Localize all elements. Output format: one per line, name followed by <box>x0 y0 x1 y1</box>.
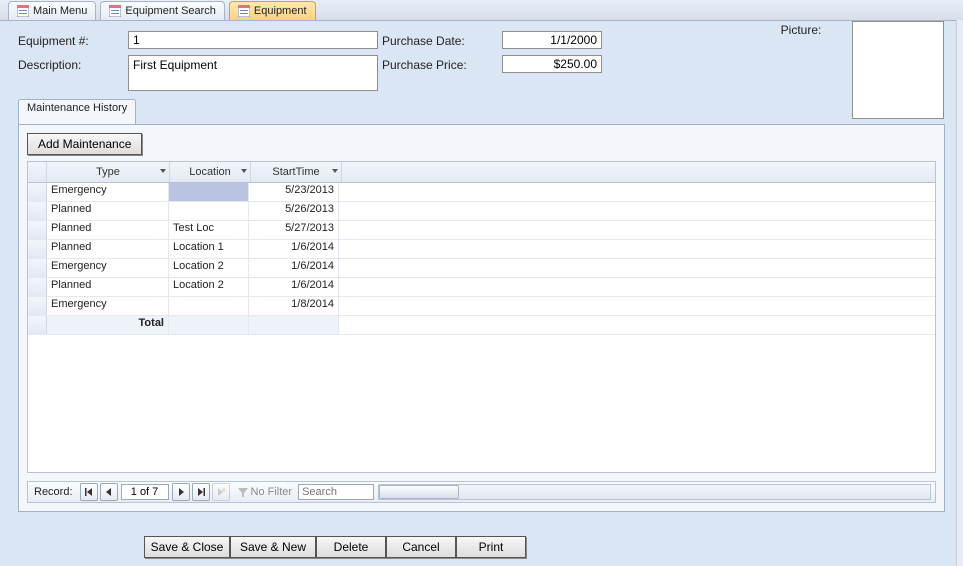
equipment-form: Equipment #: Purchase Date: Description:… <box>0 21 963 91</box>
print-button[interactable]: Print <box>456 536 526 558</box>
horizontal-scrollbar[interactable] <box>378 484 931 500</box>
form-icon <box>238 5 250 17</box>
equipment-number-field[interactable] <box>128 31 378 49</box>
cell-type[interactable]: Emergency <box>47 259 169 277</box>
record-label: Record: <box>28 486 79 498</box>
cell-type[interactable]: Planned <box>47 278 169 296</box>
cell-location[interactable]: Test Loc <box>169 221 249 239</box>
cell-starttime[interactable]: 1/6/2014 <box>249 240 339 258</box>
total-row: Total <box>28 316 935 335</box>
row-selector <box>28 316 47 334</box>
tab-maintenance-history[interactable]: Maintenance History <box>18 99 136 124</box>
dropdown-icon[interactable] <box>331 165 339 177</box>
cell-type[interactable]: Emergency <box>47 183 169 201</box>
datasheet-header: Type Location StartTime <box>28 162 935 183</box>
purchase-date-label: Purchase Date: <box>382 31 502 48</box>
table-row[interactable]: EmergencyLocation 21/6/2014 <box>28 259 935 278</box>
cell-location[interactable] <box>169 183 249 201</box>
select-all-corner[interactable] <box>28 162 47 182</box>
vertical-scrollbar[interactable] <box>956 20 963 566</box>
row-selector[interactable] <box>28 297 47 315</box>
delete-button[interactable]: Delete <box>316 536 386 558</box>
maintenance-datasheet: Type Location StartTime Emergency 5/23/20… <box>27 161 936 473</box>
cell-starttime[interactable]: 5/26/2013 <box>249 202 339 220</box>
form-icon <box>17 5 29 17</box>
cell-starttime[interactable]: 1/6/2014 <box>249 259 339 277</box>
cell-location[interactable]: Location 2 <box>169 278 249 296</box>
filter-label: No Filter <box>251 486 293 498</box>
cell-starttime[interactable]: 1/8/2014 <box>249 297 339 315</box>
search-field[interactable] <box>298 484 374 500</box>
form-icon <box>109 5 121 17</box>
column-header-location[interactable]: Location <box>170 162 251 182</box>
total-label: Total <box>47 316 169 334</box>
picture-box[interactable] <box>852 21 944 119</box>
cell-location[interactable] <box>169 297 249 315</box>
dropdown-icon[interactable] <box>159 165 167 177</box>
purchase-price-label: Purchase Price: <box>382 55 502 72</box>
purchase-date-field[interactable] <box>502 31 602 49</box>
equipment-number-label: Equipment #: <box>18 31 128 48</box>
add-maintenance-button[interactable]: Add Maintenance <box>27 133 142 155</box>
cell-type[interactable]: Planned <box>47 202 169 220</box>
cell-type[interactable]: Emergency <box>47 297 169 315</box>
purchase-price-field[interactable] <box>502 55 602 73</box>
last-record-button[interactable] <box>192 483 210 501</box>
row-selector[interactable] <box>28 221 47 239</box>
first-record-button[interactable] <box>80 483 98 501</box>
record-navigator: Record: No Filter <box>27 481 936 503</box>
prev-record-button[interactable] <box>100 483 118 501</box>
description-label: Description: <box>18 55 128 72</box>
cell-type[interactable]: Planned <box>47 240 169 258</box>
row-selector[interactable] <box>28 259 47 277</box>
row-selector[interactable] <box>28 183 47 201</box>
table-row[interactable]: PlannedLocation 21/6/2014 <box>28 278 935 297</box>
tab-label: Equipment Search <box>125 5 216 17</box>
column-label: StartTime <box>272 166 319 178</box>
cell <box>249 316 339 334</box>
tab-equipment-search[interactable]: Equipment Search <box>100 1 225 20</box>
save-close-button[interactable]: Save & Close <box>144 536 230 558</box>
table-row[interactable]: Planned 5/26/2013 <box>28 202 935 221</box>
funnel-icon <box>237 486 249 498</box>
row-selector[interactable] <box>28 278 47 296</box>
cell-location[interactable]: Location 2 <box>169 259 249 277</box>
tab-main-menu[interactable]: Main Menu <box>8 1 96 20</box>
cell-type[interactable]: Planned <box>47 221 169 239</box>
filter-indicator[interactable]: No Filter <box>237 486 293 498</box>
cell-location[interactable]: Location 1 <box>169 240 249 258</box>
picture-label: Picture: <box>756 23 846 37</box>
form-button-bar: Save & Close Save & New Delete Cancel Pr… <box>144 536 526 558</box>
scrollbar-thumb[interactable] <box>379 485 459 499</box>
tab-label: Main Menu <box>33 5 87 17</box>
table-row[interactable]: PlannedTest Loc5/27/2013 <box>28 221 935 240</box>
cell-starttime[interactable]: 1/6/2014 <box>249 278 339 296</box>
cell-location[interactable] <box>169 202 249 220</box>
maintenance-history-section: Maintenance History Add Maintenance Type… <box>18 99 945 512</box>
cell-starttime[interactable]: 5/27/2013 <box>249 221 339 239</box>
cell <box>169 316 249 334</box>
column-header-type[interactable]: Type <box>47 162 170 182</box>
new-record-button[interactable] <box>212 483 230 501</box>
dropdown-icon[interactable] <box>240 165 248 177</box>
table-row[interactable]: Emergency 5/23/2013 <box>28 183 935 202</box>
column-label: Type <box>96 166 120 178</box>
record-position-field[interactable] <box>121 484 169 500</box>
next-record-button[interactable] <box>172 483 190 501</box>
description-field[interactable]: First Equipment <box>128 55 378 91</box>
tab-label: Equipment <box>254 5 307 17</box>
cell-starttime[interactable]: 5/23/2013 <box>249 183 339 201</box>
table-row[interactable]: PlannedLocation 11/6/2014 <box>28 240 935 259</box>
tab-equipment[interactable]: Equipment <box>229 1 316 20</box>
column-label: Location <box>189 166 231 178</box>
row-selector[interactable] <box>28 240 47 258</box>
save-new-button[interactable]: Save & New <box>230 536 316 558</box>
cancel-button[interactable]: Cancel <box>386 536 456 558</box>
column-header-starttime[interactable]: StartTime <box>251 162 342 182</box>
document-tab-bar: Main Menu Equipment Search Equipment <box>0 0 963 21</box>
row-selector[interactable] <box>28 202 47 220</box>
table-row[interactable]: Emergency 1/8/2014 <box>28 297 935 316</box>
